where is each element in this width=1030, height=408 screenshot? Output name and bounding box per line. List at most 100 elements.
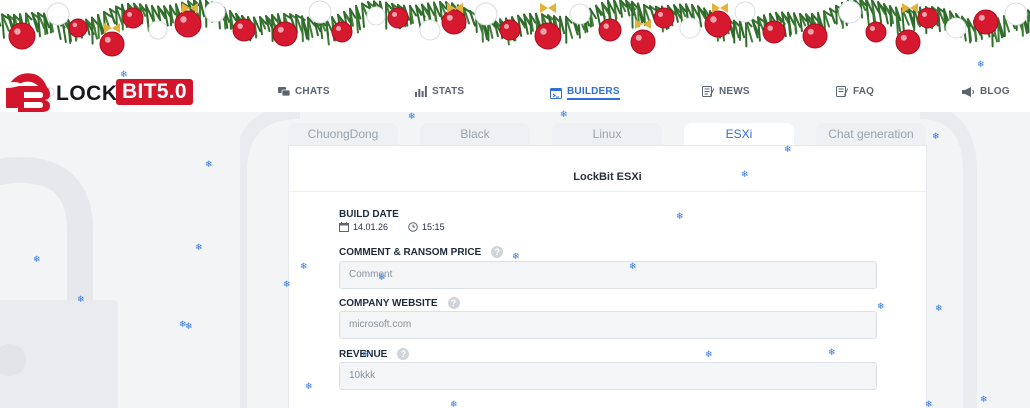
pine-needle — [271, 14, 274, 43]
pine-needle — [115, 5, 118, 26]
ornament-ball — [945, 17, 967, 39]
ornament-ball — [973, 9, 999, 35]
ornament-ball — [598, 18, 622, 42]
snowflake-icon: ❄ — [408, 111, 416, 121]
ornament-highlight — [277, 26, 284, 33]
garland-decoration — [0, 0, 1030, 57]
nav-news[interactable]: NEWS — [702, 86, 750, 97]
ornament-highlight — [658, 12, 663, 17]
ornament-ball — [534, 22, 562, 50]
snowflake-icon: ❄ — [977, 59, 985, 69]
snowflake-icon: ❄ — [925, 399, 933, 408]
snowflake-icon: ❄ — [195, 242, 203, 252]
ornament-ball — [8, 22, 36, 50]
snowflake-icon: ❄ — [300, 261, 308, 271]
news-icon — [702, 86, 714, 97]
ornament-highlight — [479, 7, 485, 13]
nav-stats[interactable]: STATS — [415, 86, 464, 97]
clock-icon — [408, 222, 418, 232]
ornament-highlight — [392, 12, 397, 17]
pine-needle — [835, 4, 838, 25]
nav-blog[interactable]: BLOG — [962, 86, 1010, 97]
ornament-highlight — [739, 6, 744, 11]
pine-needle — [631, 0, 634, 29]
gold-bow — [540, 3, 556, 13]
ornament-ball — [387, 7, 409, 29]
ornament-ball — [762, 20, 786, 44]
ornament-ball — [331, 21, 353, 43]
nav-faq-label: FAQ — [853, 86, 875, 97]
snowflake-icon: ❄ — [33, 254, 41, 264]
background-lock-icon — [0, 156, 118, 408]
snowflake-icon: ❄ — [676, 211, 684, 221]
logo-lock-text: LOCK — [56, 82, 118, 105]
tab-black[interactable]: Black — [420, 123, 530, 145]
ornament-highlight — [900, 34, 907, 41]
revenue-label: REVENUE ? — [339, 348, 410, 360]
ornament-ball — [441, 9, 467, 35]
tab-chat-generation[interactable]: Chat generation — [816, 123, 926, 145]
nav-chats[interactable]: CHATS — [278, 86, 330, 97]
snowflake-icon: ❄ — [205, 159, 213, 169]
ornament-highlight — [978, 14, 985, 21]
comment-label: COMMENT & RANSOM PRICE ? — [339, 246, 504, 258]
stats-icon — [415, 86, 427, 97]
ornament-ball — [308, 0, 332, 24]
ornament-ball — [122, 7, 144, 29]
ornament-highlight — [843, 5, 849, 11]
ornament-highlight — [684, 22, 689, 27]
build-time-value: 15:15 — [422, 222, 445, 232]
comment-help-icon[interactable]: ? — [491, 246, 504, 258]
christmas-garland-banner — [0, 0, 1030, 74]
snowflake-icon: ❄ — [120, 69, 128, 79]
nav-faq[interactable]: FAQ — [836, 86, 874, 97]
tab-chuongdong[interactable]: ChuongDong — [288, 123, 398, 145]
faq-icon — [836, 86, 848, 97]
ornament-ball — [204, 1, 226, 23]
ornament-highlight — [127, 12, 132, 17]
ornament-ball — [68, 18, 88, 38]
nav-stats-label: STATS — [432, 86, 465, 97]
ornament-highlight — [152, 24, 158, 30]
ornament-ball — [653, 7, 675, 29]
ornament-highlight — [922, 12, 927, 17]
ornament-ball — [474, 2, 498, 26]
tab-linux[interactable]: Linux — [552, 123, 662, 145]
pine-needle — [889, 5, 893, 27]
pine-needle — [169, 4, 173, 27]
snowflake-icon: ❄ — [705, 349, 713, 359]
snowflake-icon: ❄ — [450, 399, 458, 408]
ornament-highlight — [14, 28, 21, 35]
ornament-highlight — [767, 25, 773, 31]
ornament-highlight — [504, 24, 509, 29]
ornament-highlight — [710, 16, 717, 23]
ornament-highlight — [237, 23, 243, 29]
megaphone-icon — [962, 86, 974, 97]
ornament-ball — [917, 7, 939, 29]
ornament-ball — [569, 3, 591, 25]
nav-builders[interactable]: BUILDERS — [550, 86, 620, 100]
revenue-input[interactable]: 10kkk — [339, 362, 877, 390]
tab-esxi[interactable]: ESXi — [684, 123, 794, 145]
ornament-highlight — [180, 16, 187, 23]
ornament-highlight — [104, 36, 111, 43]
ornament-ball — [802, 23, 828, 49]
ornament-highlight — [950, 22, 955, 27]
ornament-highlight — [574, 8, 579, 13]
card-title: LockBit ESXi — [289, 146, 926, 192]
website-input[interactable]: microsoft.com — [339, 311, 877, 339]
revenue-help-icon[interactable]: ? — [397, 348, 410, 360]
builders-icon — [550, 87, 562, 99]
snowflake-icon: ❄ — [828, 347, 836, 357]
ornament-ball — [734, 1, 756, 23]
ornament-ball — [46, 2, 70, 26]
comment-input[interactable]: Comment — [339, 261, 877, 289]
snowflake-icon: ❄ — [629, 261, 637, 271]
ornament-ball — [99, 31, 125, 57]
ornament-highlight — [870, 26, 875, 31]
website-help-icon[interactable]: ? — [447, 297, 460, 309]
ornament-ball — [148, 20, 168, 40]
nav-news-label: NEWS — [719, 86, 750, 97]
ornament-ball — [838, 0, 862, 24]
snowflake-icon: ❄ — [512, 251, 520, 261]
